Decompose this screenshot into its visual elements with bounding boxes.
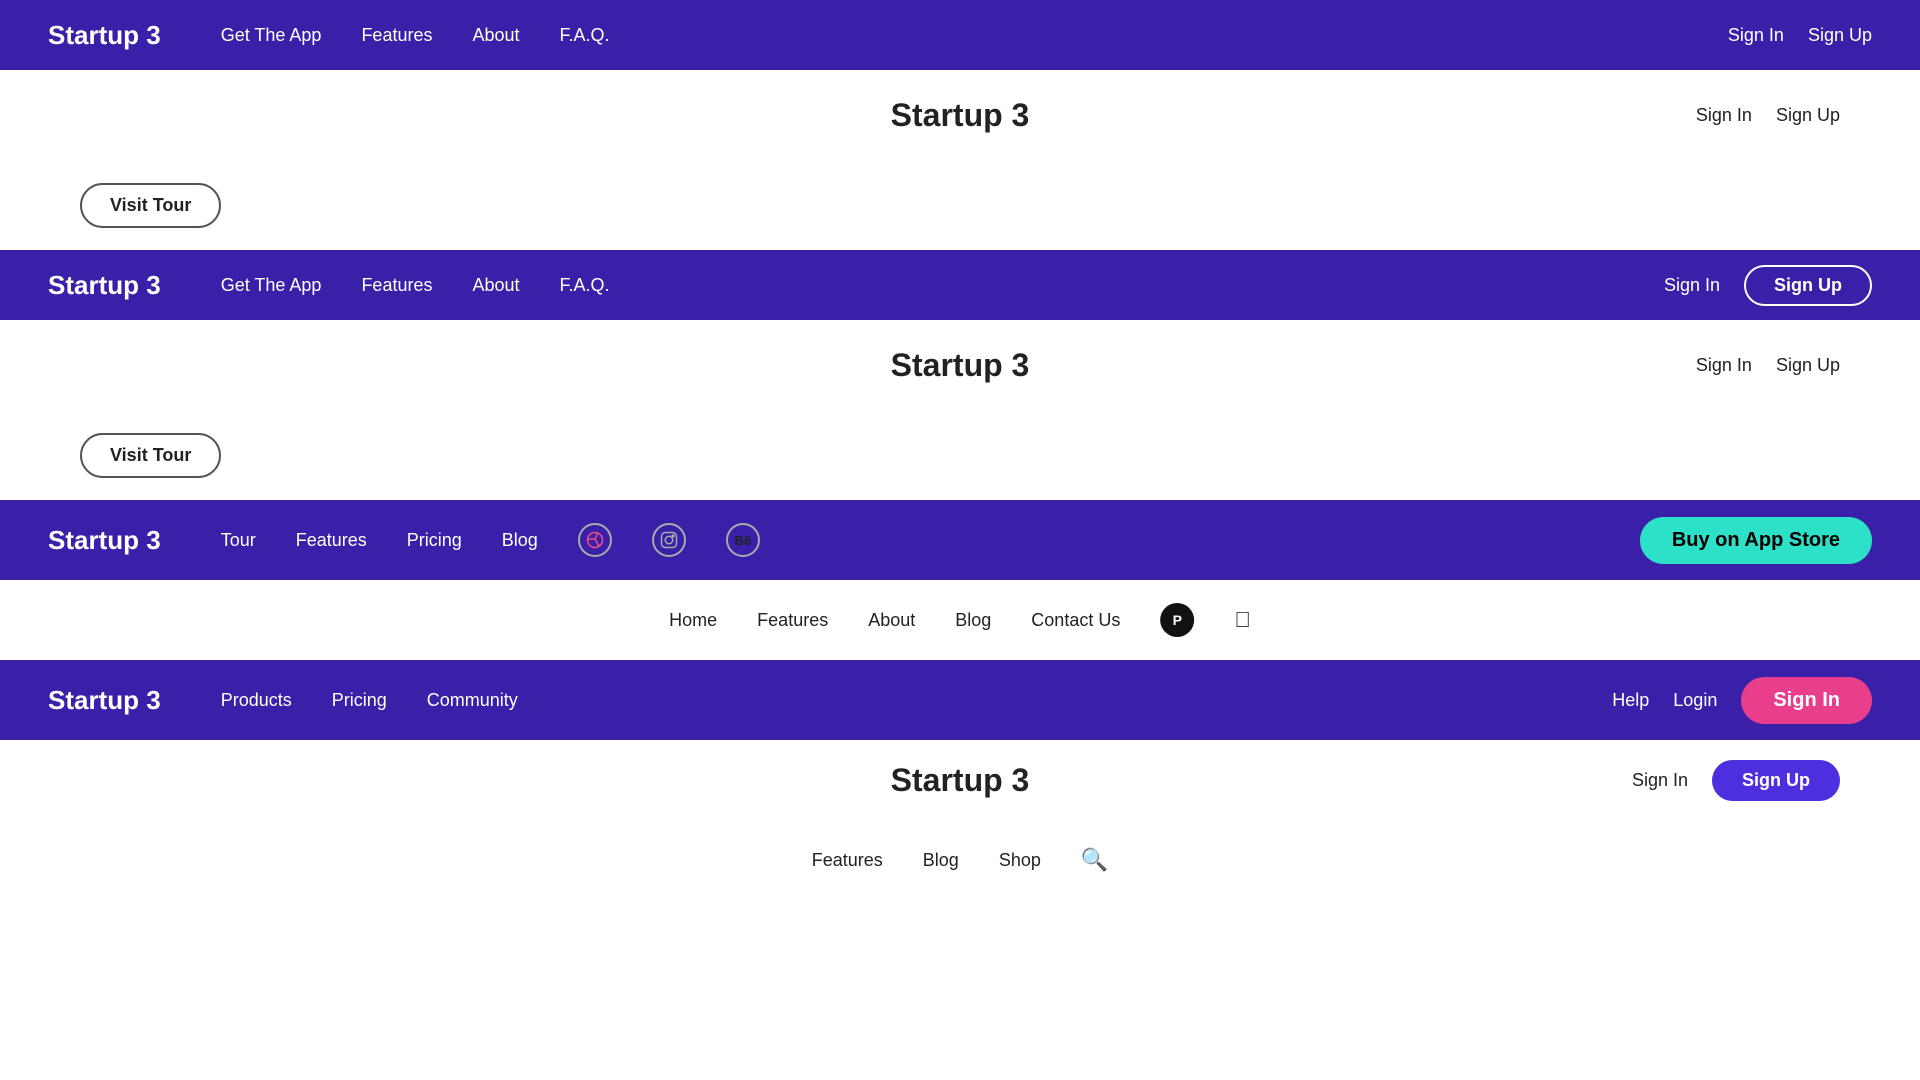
- buy-app-store-button[interactable]: Buy on App Store: [1640, 517, 1872, 564]
- dribbble-icon[interactable]: [578, 523, 612, 557]
- brand-3: Startup 3: [48, 525, 161, 556]
- navbar-3: Startup 3 Tour Features Pricing Blog Bē …: [0, 500, 1920, 580]
- content-strip-5: Home Features About Blog Contact Us P : [0, 580, 1920, 660]
- sign-up-text-1[interactable]: Sign Up: [1776, 105, 1840, 126]
- nav-home-5[interactable]: Home: [669, 610, 717, 631]
- navbar-1: Startup 3 Get The App Features About F.A…: [0, 0, 1920, 70]
- content-strip-3: Startup 3 Sign In Sign Up: [0, 320, 1920, 410]
- sign-in-text-1[interactable]: Sign In: [1696, 105, 1752, 126]
- nav-products-4[interactable]: Products: [221, 690, 292, 711]
- sign-in-button-4[interactable]: Sign In: [1741, 677, 1872, 724]
- nav-get-the-app-1[interactable]: Get The App: [221, 25, 322, 46]
- apple-icon[interactable]: : [1234, 607, 1251, 633]
- nav-links-4: Products Pricing Community: [221, 690, 1613, 711]
- nav-actions-3: Buy on App Store: [1640, 517, 1872, 564]
- nav-about-5[interactable]: About: [868, 610, 915, 631]
- center-title-3: Startup 3: [891, 347, 1030, 384]
- sign-up-text-3[interactable]: Sign Up: [1776, 355, 1840, 376]
- nav-blog-7[interactable]: Blog: [923, 850, 959, 871]
- brand-4: Startup 3: [48, 685, 161, 716]
- instagram-icon[interactable]: [652, 523, 686, 557]
- nav-features-2[interactable]: Features: [361, 275, 432, 296]
- content-right-3: Sign In Sign Up: [1696, 355, 1840, 376]
- nav-features-3[interactable]: Features: [296, 530, 367, 551]
- sign-up-button-2[interactable]: Sign Up: [1744, 265, 1872, 306]
- content-strip-1: Startup 3 Sign In Sign Up: [0, 70, 1920, 160]
- sign-in-text-3[interactable]: Sign In: [1696, 355, 1752, 376]
- nav-about-1[interactable]: About: [472, 25, 519, 46]
- nav-pricing-4[interactable]: Pricing: [332, 690, 387, 711]
- behance-icon[interactable]: Bē: [726, 523, 760, 557]
- nav-actions-2: Sign In Sign Up: [1664, 265, 1872, 306]
- nav-links-1: Get The App Features About F.A.Q.: [221, 25, 1728, 46]
- sign-up-link-1[interactable]: Sign Up: [1808, 25, 1872, 46]
- content-left-2: Visit Tour: [80, 183, 221, 228]
- brand-2: Startup 3: [48, 270, 161, 301]
- nav-blog-5[interactable]: Blog: [955, 610, 991, 631]
- content-strip-7: Features Blog Shop 🔍: [0, 820, 1920, 900]
- search-icon[interactable]: 🔍: [1081, 847, 1108, 873]
- nav-actions-1: Sign In Sign Up: [1728, 25, 1872, 46]
- content-strip-2: Visit Tour: [0, 160, 1920, 250]
- content-right-1: Sign In Sign Up: [1696, 105, 1840, 126]
- sign-up-button-6[interactable]: Sign Up: [1712, 760, 1840, 801]
- visit-tour-button-1[interactable]: Visit Tour: [80, 183, 221, 228]
- center-title-1: Startup 3: [891, 97, 1030, 134]
- nav-features-7[interactable]: Features: [812, 850, 883, 871]
- nav-blog-3[interactable]: Blog: [502, 530, 538, 551]
- login-link-4[interactable]: Login: [1673, 690, 1717, 711]
- nav-features-1[interactable]: Features: [361, 25, 432, 46]
- nav-get-the-app-2[interactable]: Get The App: [221, 275, 322, 296]
- center-title-6: Startup 3: [891, 762, 1030, 799]
- navbar-2: Startup 3 Get The App Features About F.A…: [0, 250, 1920, 320]
- nav-faq-1[interactable]: F.A.Q.: [560, 25, 610, 46]
- content-strip-6: Startup 3 Sign In Sign Up: [0, 740, 1920, 820]
- nav-contact-us-5[interactable]: Contact Us: [1031, 610, 1120, 631]
- help-link-4[interactable]: Help: [1612, 690, 1649, 711]
- content-right-6: Sign In Sign Up: [1632, 760, 1840, 801]
- nav-faq-2[interactable]: F.A.Q.: [560, 275, 610, 296]
- nav-community-4[interactable]: Community: [427, 690, 518, 711]
- content-strip-4: Visit Tour: [0, 410, 1920, 500]
- visit-tour-button-2[interactable]: Visit Tour: [80, 433, 221, 478]
- brand-1: Startup 3: [48, 20, 161, 51]
- sign-in-link-1[interactable]: Sign In: [1728, 25, 1784, 46]
- navbar-4: Startup 3 Products Pricing Community Hel…: [0, 660, 1920, 740]
- nav-features-5[interactable]: Features: [757, 610, 828, 631]
- nav-about-2[interactable]: About: [472, 275, 519, 296]
- nav-shop-7[interactable]: Shop: [999, 850, 1041, 871]
- sign-in-link-2[interactable]: Sign In: [1664, 275, 1720, 296]
- content-left-4: Visit Tour: [80, 433, 221, 478]
- nav-actions-4: Help Login Sign In: [1612, 677, 1872, 724]
- producthunt-icon[interactable]: P: [1160, 603, 1194, 637]
- nav-tour-3[interactable]: Tour: [221, 530, 256, 551]
- nav-links-2: Get The App Features About F.A.Q.: [221, 275, 1664, 296]
- nav-links-3: Tour Features Pricing Blog Bē: [221, 523, 1640, 557]
- nav-pricing-3[interactable]: Pricing: [407, 530, 462, 551]
- sign-in-text-6[interactable]: Sign In: [1632, 770, 1688, 791]
